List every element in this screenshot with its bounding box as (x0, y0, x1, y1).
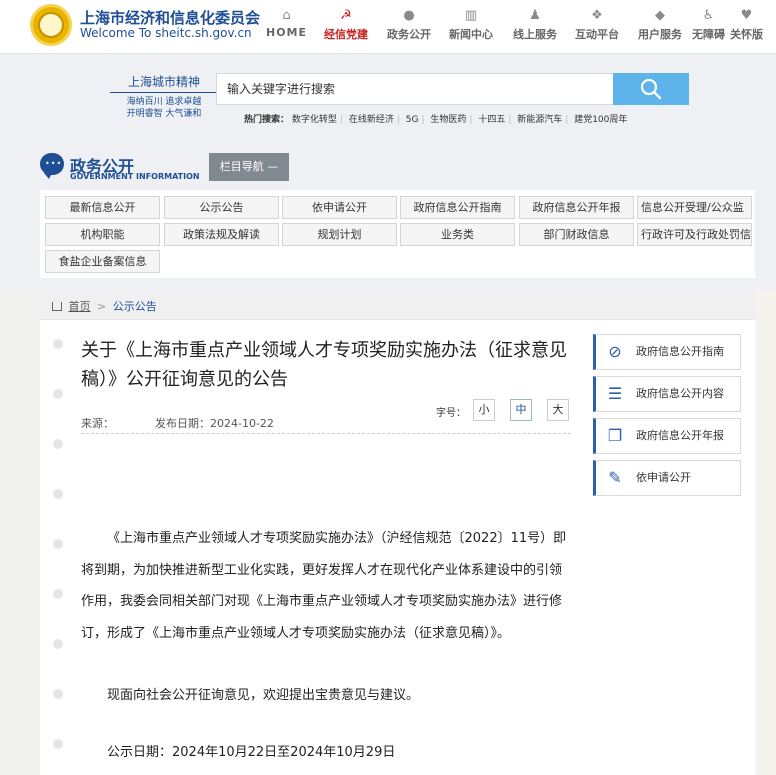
search-banner: 上海城市精神 海纳百川 追求卓越 开明睿智 大气谦和 输入关键字进行搜索 热门搜… (0, 55, 776, 135)
heart-icon: ♥ (740, 8, 753, 23)
article-title: 关于《上海市重点产业领域人才专项奖励实施办法（征求意见稿）》公开征询意见的公告 (81, 340, 567, 390)
interaction-icon: ❖ (591, 8, 603, 23)
article-paragraph: 现面向社会公开征询意见，欢迎提出宝贵意见与建议。 (107, 688, 420, 703)
decorative-dot (53, 689, 63, 699)
decorative-dot (53, 489, 63, 499)
gov-info-chat-icon: ••• (40, 153, 64, 179)
search-input[interactable]: 输入关键字进行搜索 (216, 73, 614, 105)
nav-home[interactable]: ⌂ HOME (266, 8, 307, 39)
diamond-icon: ◆ (655, 8, 665, 23)
top-navigation-bar: 上海市经济和信息化委员会 Welcome To sheitc.sh.gov.cn… (0, 0, 776, 54)
sidebar-item-disclosure-content[interactable]: ☰ 政府信息公开内容 (593, 376, 741, 412)
decorative-dot (53, 739, 63, 749)
article-paragraph: 公示日期：2024年10月22日至2024年10月29日 (107, 745, 396, 760)
breadcrumb-current[interactable]: 公示公告 (113, 300, 157, 313)
category-planning[interactable]: 规划计划 (282, 223, 397, 246)
publish-date: 2024-10-22 (210, 417, 274, 430)
site-english-name: Welcome To sheitc.sh.gov.cn (80, 26, 252, 40)
city-spirit-slogan: 上海城市精神 海纳百川 追求卓越 开明睿智 大气谦和 (110, 73, 218, 120)
article-paragraph: 《上海市重点产业领域人才专项奖励实施办法》（沪经信规范〔2022〕11号）即将到… (81, 531, 567, 641)
category-annual-report[interactable]: 政府信息公开年报 (519, 196, 634, 219)
nav-accessibility[interactable]: ♿ 无障碍 (692, 8, 725, 42)
site-name[interactable]: 上海市经济和信息化委员会 (80, 7, 260, 28)
category-business[interactable]: 业务类 (400, 223, 515, 246)
report-icon: ❐ (607, 426, 623, 445)
font-size-medium-button[interactable]: 中 (510, 399, 532, 421)
section-title-en: GOVERNMENT INFORMATION (70, 172, 200, 181)
nav-online-service[interactable]: ♟ 线上服务 (513, 8, 557, 42)
decorative-dot (53, 589, 63, 599)
category-public-supervision[interactable]: 信息公开受理/公众监 (637, 196, 752, 219)
breadcrumb-home[interactable]: 首页 (69, 300, 91, 313)
category-licensing[interactable]: 行政许可及行政处罚信 (637, 223, 752, 246)
form-icon: ✎ (608, 468, 622, 487)
font-size-small-button[interactable]: 小 (473, 399, 495, 421)
font-size-large-button[interactable]: 大 (547, 399, 569, 421)
home-icon: ⌂ (282, 8, 291, 23)
news-icon: ▥ (464, 8, 478, 23)
search-button[interactable] (613, 73, 689, 105)
hot-search-item[interactable]: 新能源汽车 (517, 115, 562, 125)
sidebar-item-annual-report[interactable]: ❐ 政府信息公开年报 (593, 418, 741, 454)
accessibility-icon: ♿ (702, 8, 715, 23)
decorative-dot (53, 639, 63, 649)
chat-bubble-icon: ● (403, 8, 415, 23)
home-icon (52, 302, 62, 311)
category-apply-disclosure[interactable]: 依申请公开 (282, 196, 397, 219)
hot-search-item[interactable]: 数字化转型 (292, 115, 337, 125)
article-panel: 首页 > 公示公告 关于《上海市重点产业领域人才专项奖励实施办法（征求意见稿）》… (40, 294, 755, 775)
category-finance[interactable]: 部门财政信息 (519, 223, 634, 246)
compass-icon: ⊘ (608, 342, 622, 361)
nav-user-service[interactable]: ◆ 用户服务 (638, 8, 682, 42)
column-nav-toggle[interactable]: 栏目导航 — (209, 153, 289, 181)
nav-party-building[interactable]: ☭ 经信党建 (324, 8, 368, 42)
background-decoration-left (0, 290, 40, 775)
background-decoration-right (755, 290, 776, 775)
decorative-dot (53, 439, 63, 449)
category-salt-filing[interactable]: 食盐企业备案信息 (45, 250, 160, 273)
category-latest-info[interactable]: 最新信息公开 (45, 196, 160, 219)
party-emblem-icon: ☭ (340, 8, 352, 23)
decorative-dot (53, 539, 63, 549)
site-logo[interactable] (30, 4, 72, 46)
decorative-dot (53, 339, 63, 349)
list-icon: ☰ (607, 384, 623, 403)
font-size-label: 字号： (436, 408, 466, 419)
nav-interaction[interactable]: ❖ 互动平台 (575, 8, 619, 42)
decorative-dot (53, 389, 63, 399)
article-meta: 来源： 发布日期：2024-10-22 (81, 417, 274, 430)
hot-search-item[interactable]: 生物医药 (430, 115, 466, 125)
hot-search-item[interactable]: 十四五 (478, 115, 505, 125)
nav-care-mode[interactable]: ♥ 关怀版 (730, 8, 763, 42)
hot-search-list: 热门搜索： 数字化转型 | 在线新经济 | 5G | 生物医药 | 十四五 | 新能源汽车… (244, 115, 628, 125)
hot-search-item[interactable]: 建党100周年 (574, 115, 627, 125)
user-service-icon: ♟ (529, 8, 541, 23)
sidebar-item-disclosure-guide[interactable]: ⊘ 政府信息公开指南 (593, 334, 741, 370)
category-announcements[interactable]: 公示公告 (164, 196, 279, 219)
category-organization[interactable]: 机构职能 (45, 223, 160, 246)
category-grid: 最新信息公开 公示公告 依申请公开 政府信息公开指南 政府信息公开年报 信息公开… (40, 190, 755, 278)
hot-search-item[interactable]: 在线新经济 (349, 115, 394, 125)
meta-divider (81, 433, 571, 434)
category-disclosure-guide[interactable]: 政府信息公开指南 (400, 196, 515, 219)
search-icon (640, 78, 662, 100)
breadcrumb: 首页 > 公示公告 (40, 294, 755, 320)
category-policies[interactable]: 政策法规及解读 (164, 223, 279, 246)
nav-news[interactable]: ▥ 新闻中心 (449, 8, 493, 42)
nav-gov-info[interactable]: ● 政务公开 (387, 8, 431, 42)
sidebar-item-apply-disclosure[interactable]: ✎ 依申请公开 (593, 460, 741, 496)
hot-search-item[interactable]: 5G (406, 115, 419, 125)
